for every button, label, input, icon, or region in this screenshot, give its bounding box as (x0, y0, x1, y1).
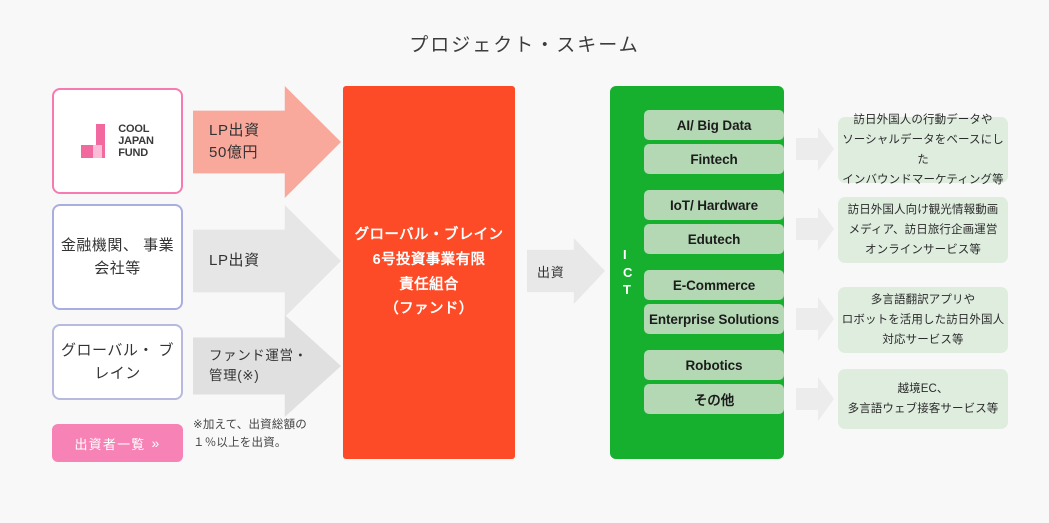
ict-pill[interactable]: Edutech (644, 224, 784, 254)
arrow-lp-investment-label: LP出資 (209, 251, 260, 269)
arrow-investment-to-ict: 出資 (527, 238, 605, 304)
page-title: プロジェクト・スキーム (409, 35, 640, 56)
ict-pill[interactable]: IoT/ Hardware (644, 190, 784, 220)
source-box-global-brain: グローバル・ ブレイン (52, 324, 183, 400)
source-box-cool-japan-fund: COOL JAPAN FUND (52, 88, 183, 194)
ict-pill[interactable]: AI/ Big Data (644, 110, 784, 140)
fund-box: グローバル・ブレイン 6号投資事業有限 責任組合 （ファンド） (343, 86, 515, 459)
arrow-lp-investment-5b-label: LP出資 50億円 (209, 121, 260, 162)
outcome-box-1: 訪日外国人の行動データや ソーシャルデータをベースにした インバウンドマーケティ… (838, 114, 1008, 186)
arrow-lp-investment-5b: LP出資 50億円 (193, 86, 341, 198)
outcome-box-2: 訪日外国人向け観光情報動画 メディア、訪日旅行企画運営 オンラインサービス等 (838, 197, 1008, 263)
ict-pill[interactable]: Enterprise Solutions (644, 304, 784, 334)
cool-japan-fund-logo: COOL JAPAN FUND (81, 122, 154, 160)
source-box-financial-institutions: 金融機関、 事業会社等 (52, 204, 183, 310)
logo-line-3: FUND (118, 147, 149, 160)
arrow-to-outcome-4 (796, 377, 834, 421)
chevron-right-icon: » (151, 435, 161, 451)
ict-pill[interactable]: E-Commerce (644, 270, 784, 300)
footnote-text: ※加えて、出資総額の １％以上を出資。 (193, 419, 307, 449)
arrow-to-outcome-2 (796, 207, 834, 251)
project-scheme-diagram: プロジェクト・スキーム COOL JAPAN FUND 金融機関、 事業会社等 … (0, 0, 1049, 523)
arrow-investment-to-ict-label: 出資 (537, 264, 565, 280)
ict-vertical-label: I C T (623, 247, 633, 298)
arrow-to-outcome-1 (796, 127, 834, 171)
arrow-lp-investment: LP出資 (193, 205, 341, 317)
arrow-fund-management: ファンド運営・ 管理(※) (193, 315, 341, 417)
ict-pill[interactable]: その他 (644, 384, 784, 414)
cool-japan-j-mark-icon (81, 124, 111, 158)
arrow-to-outcome-3 (796, 297, 834, 341)
ict-group: E-Commerce Enterprise Solutions (644, 270, 784, 334)
investors-list-button[interactable]: 出資者一覧 » (52, 424, 183, 462)
ict-sector-box: I C T AI/ Big Data Fintech IoT/ Hardware… (610, 86, 784, 459)
ict-group: AI/ Big Data Fintech (644, 110, 784, 174)
cool-japan-fund-wordmark: COOL JAPAN FUND (118, 122, 154, 160)
ict-pill-groups: AI/ Big Data Fintech IoT/ Hardware Edute… (644, 110, 784, 414)
logo-line-1: COOL (118, 122, 150, 135)
ict-pill[interactable]: Robotics (644, 350, 784, 380)
logo-line-2: JAPAN (118, 134, 154, 147)
investors-list-button-label: 出資者一覧 (74, 436, 146, 452)
outcome-box-4: 越境EC、 多言語ウェブ接客サービス等 (838, 369, 1008, 429)
arrow-fund-management-label: ファンド運営・ 管理(※) (209, 347, 308, 383)
ict-pill[interactable]: Fintech (644, 144, 784, 174)
ict-group: Robotics その他 (644, 350, 784, 414)
outcome-box-3: 多言語翻訳アプリや ロボットを活用した訪日外国人 対応サービス等 (838, 287, 1008, 353)
ict-group: IoT/ Hardware Edutech (644, 190, 784, 254)
